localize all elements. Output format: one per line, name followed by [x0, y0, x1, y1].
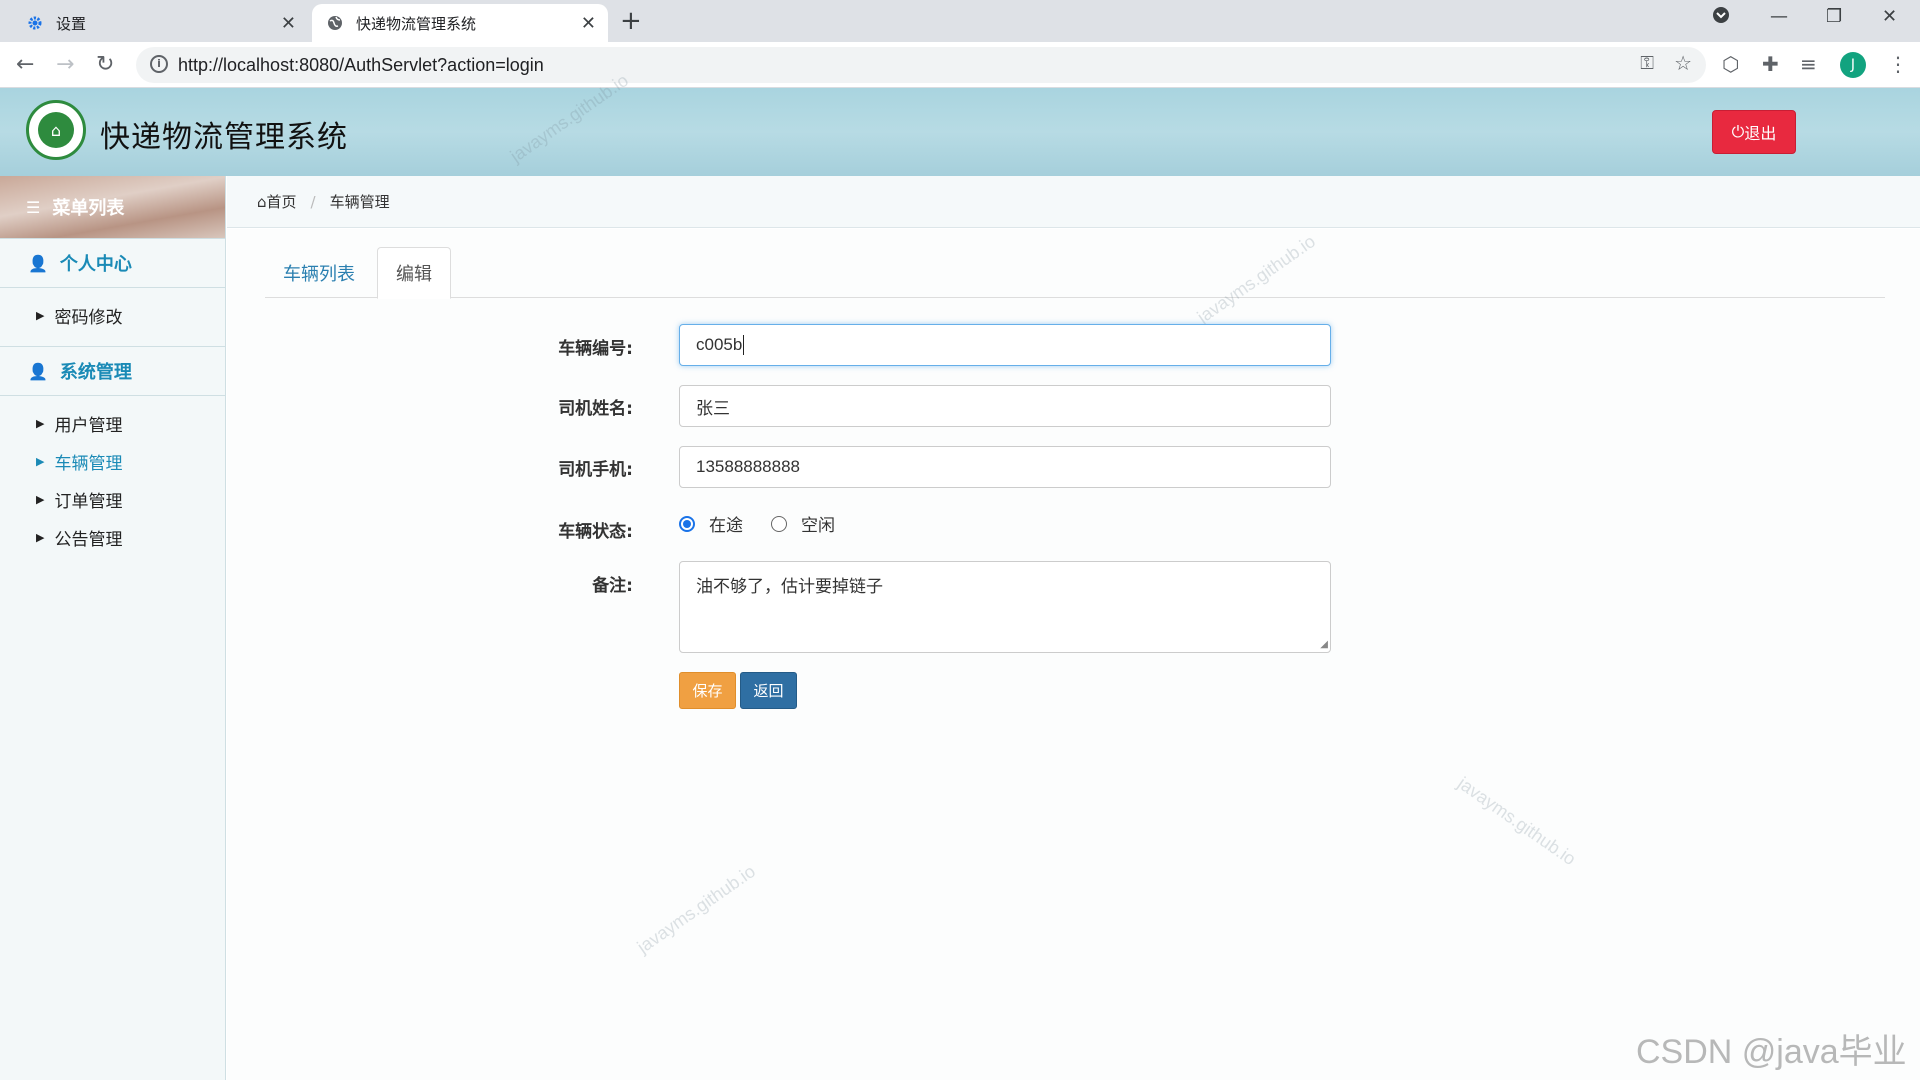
driver-phone-value: 13588888888 — [696, 457, 801, 476]
status-label: 车辆状态: — [558, 522, 633, 542]
logout-label: 退出 — [1744, 124, 1777, 143]
driver-name-value: 张三 — [696, 398, 730, 418]
sidebar-item-label: 密码修改 — [54, 307, 123, 328]
status-radio-in-transit[interactable] — [679, 515, 695, 532]
forward-arrow-icon[interactable]: → — [56, 52, 74, 77]
url-omnibox[interactable]: i http://localhost:8080/AuthServlet?acti… — [136, 47, 1706, 83]
menu-title: 菜单列表 — [52, 198, 125, 219]
driver-name-input[interactable]: 张三 — [679, 385, 1331, 427]
sidebar-item-users[interactable]: ▶ 用户管理 — [0, 404, 225, 442]
sidebar-group-system[interactable]: 👤 系统管理 — [0, 346, 225, 396]
breadcrumb: ⌂ 首页 / 车辆管理 — [227, 176, 1920, 228]
browser-tab-bar: 设置 ✕ 快递物流管理系统 ✕ + — ❐ ✕ — [0, 0, 1920, 42]
watermark: javayms.github.io — [633, 861, 759, 958]
breadcrumb-current: 车辆管理 — [329, 193, 390, 211]
breadcrumb-separator: / — [310, 192, 316, 211]
app-header: ⌂ 快递物流管理系统 javayms.github.io ⏻ 退出 — [0, 70, 1920, 176]
url-path: :8080/AuthServlet?action=login — [294, 55, 544, 75]
logout-button[interactable]: ⏻ 退出 — [1712, 110, 1796, 154]
sidebar-item-label: 公告管理 — [54, 529, 123, 550]
reading-list-icon[interactable]: ≡ — [1800, 52, 1817, 76]
main-content: 车辆列表 编辑 javayms.github.io javayms.github… — [227, 229, 1920, 1080]
browser-tab-settings[interactable]: 设置 ✕ — [12, 4, 308, 42]
text-cursor — [743, 335, 745, 355]
status-option-label: 空闲 — [801, 516, 835, 536]
url-text[interactable]: http://localhost:8080/AuthServlet?action… — [178, 55, 544, 76]
sidebar-item-notices[interactable]: ▶ 公告管理 — [0, 518, 225, 556]
address-bar: ← → ↻ i http://localhost:8080/AuthServle… — [0, 42, 1920, 88]
driver-phone-input[interactable]: 13588888888 — [679, 446, 1331, 488]
status-option-label: 在途 — [709, 516, 743, 536]
gear-icon — [26, 14, 44, 32]
caret-right-icon: ▶ — [36, 454, 45, 468]
content-tabs: 车辆列表 编辑 — [265, 247, 1885, 299]
profile-avatar[interactable]: J — [1840, 52, 1866, 78]
university-logo: ⌂ — [26, 100, 86, 160]
sidebar-group-personal-items: ▶ 密码修改 — [0, 288, 225, 346]
remark-textarea[interactable]: 油不够了，估计要掉链子 ◢ — [679, 561, 1331, 653]
app-title: 快递物流管理系统 — [100, 120, 348, 155]
sidebar-item-vehicles[interactable]: ▶ 车辆管理 — [0, 442, 225, 480]
globe-icon — [326, 14, 344, 32]
more-menu-icon[interactable]: ⋮ — [1888, 52, 1908, 76]
power-icon: ⏻ — [1731, 122, 1745, 141]
vehicle-no-value: c005b — [696, 335, 743, 354]
extension-icon[interactable]: ⬡ — [1722, 52, 1739, 76]
csdn-watermark: CSDN @java毕业 — [1636, 1033, 1907, 1071]
window-close-icon[interactable]: ✕ — [1882, 6, 1897, 27]
sidebar-item-label: 用户管理 — [54, 415, 123, 436]
sidebar-group-label: 系统管理 — [59, 362, 132, 383]
caret-right-icon: ▶ — [36, 530, 45, 544]
list-icon: ☰ — [26, 197, 41, 217]
home-icon[interactable]: ⌂ — [257, 193, 267, 211]
resize-grip-icon[interactable]: ◢ — [1320, 639, 1328, 650]
status-radio-idle[interactable] — [771, 515, 787, 532]
reload-icon[interactable]: ↻ — [96, 52, 114, 77]
star-icon[interactable]: ☆ — [1674, 51, 1692, 75]
sidebar-item-label: 车辆管理 — [54, 453, 123, 474]
sidebar-item-orders[interactable]: ▶ 订单管理 — [0, 480, 225, 518]
user-icon: 👤 — [28, 253, 48, 273]
back-arrow-icon[interactable]: ← — [16, 52, 34, 77]
sidebar-group-system-items: ▶ 用户管理 ▶ 车辆管理 ▶ 订单管理 ▶ 公告管理 — [0, 396, 225, 568]
watermark: javayms.github.io — [1454, 773, 1580, 870]
puzzle-icon[interactable]: ✚ — [1762, 52, 1779, 76]
menu-header: ☰ 菜单列表 — [0, 176, 225, 238]
tab-search-icon[interactable] — [1712, 6, 1730, 29]
caret-right-icon: ▶ — [36, 492, 45, 506]
tab-vehicle-list[interactable]: 车辆列表 — [265, 247, 373, 298]
user-icon: 👤 — [28, 361, 48, 381]
sidebar-group-personal[interactable]: 👤 个人中心 — [0, 238, 225, 288]
remark-value: 油不够了，估计要掉链子 — [696, 577, 883, 597]
save-button[interactable]: 保存 — [679, 672, 736, 709]
new-tab-icon[interactable]: + — [620, 6, 642, 36]
caret-right-icon: ▶ — [36, 308, 45, 322]
sidebar-group-label: 个人中心 — [59, 254, 132, 275]
sidebar: ☰ 菜单列表 👤 个人中心 ▶ 密码修改 👤 系统管理 ▶ 用户管理 ▶ 车辆管… — [0, 176, 226, 1080]
url-host: http://localhost — [178, 55, 295, 75]
close-icon[interactable]: ✕ — [281, 13, 296, 34]
vehicle-no-input[interactable]: c005b — [679, 324, 1331, 366]
driver-name-label: 司机姓名: — [558, 399, 633, 419]
close-icon[interactable]: ✕ — [581, 13, 596, 34]
key-icon[interactable]: ⚿ — [1640, 53, 1654, 74]
sidebar-item-label: 订单管理 — [54, 491, 123, 512]
driver-phone-label: 司机手机: — [558, 460, 633, 480]
restore-icon[interactable]: ❐ — [1826, 6, 1842, 27]
browser-tab-title: 快递物流管理系统 — [356, 14, 477, 33]
back-button[interactable]: 返回 — [740, 672, 797, 709]
info-icon[interactable]: i — [150, 55, 168, 73]
sidebar-item-password[interactable]: ▶ 密码修改 — [0, 296, 225, 334]
browser-tab-active[interactable]: 快递物流管理系统 ✕ — [312, 4, 608, 42]
breadcrumb-home[interactable]: 首页 — [267, 191, 297, 212]
status-radio-group: 在途 空闲 — [679, 511, 835, 536]
caret-right-icon: ▶ — [36, 416, 45, 430]
house-icon: ⌂ — [38, 112, 74, 148]
minimize-icon[interactable]: — — [1770, 6, 1788, 27]
vehicle-no-label: 车辆编号: — [558, 339, 633, 359]
browser-tab-title: 设置 — [56, 14, 87, 33]
tab-edit[interactable]: 编辑 — [377, 247, 451, 299]
remark-label: 备注: — [592, 576, 633, 596]
